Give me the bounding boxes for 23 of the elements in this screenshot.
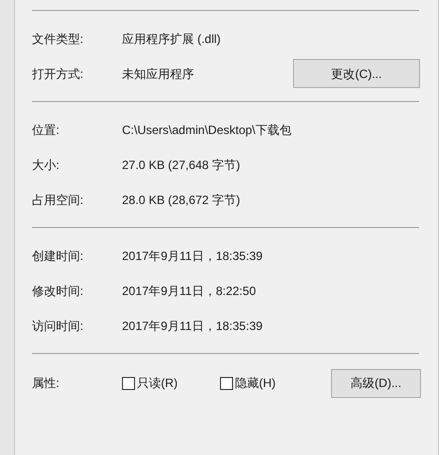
field-label: 位置: bbox=[32, 122, 60, 138]
field-label: 访问时间: bbox=[32, 318, 84, 334]
field-label: 占用空间: bbox=[32, 192, 84, 208]
advanced-button[interactable]: 高级(D)... bbox=[331, 368, 421, 398]
field-value: C:\Users\admin\Desktop\下载包 bbox=[122, 122, 292, 138]
field-label: 文件类型: bbox=[32, 30, 84, 48]
field-label: 创建时间: bbox=[32, 248, 84, 264]
change-button[interactable]: 更改(C)... bbox=[293, 59, 420, 88]
field-value: 2017年9月11日，18:35:39 bbox=[122, 318, 264, 334]
field-value: 2017年9月11日，8:22:50 bbox=[122, 282, 257, 300]
field-value: 28.0 KB (28,672 字节) bbox=[122, 192, 242, 208]
field-label: 属性: bbox=[32, 375, 60, 392]
field-value: 应用程序扩展 (.dll) bbox=[122, 30, 222, 48]
checkbox-box[interactable] bbox=[220, 376, 233, 390]
field-label: 打开方式: bbox=[32, 66, 84, 82]
field-label: 大小: bbox=[32, 156, 60, 174]
field-label: 修改时间: bbox=[32, 282, 84, 300]
field-value: 未知应用程序 bbox=[122, 66, 195, 82]
checkbox[interactable]: 隐藏(H) bbox=[220, 374, 318, 392]
checkbox[interactable]: 只读(R) bbox=[122, 374, 220, 392]
field-value: 2017年9月11日，18:35:39 bbox=[122, 248, 264, 264]
checkbox-box[interactable] bbox=[122, 376, 135, 390]
field-value: 27.0 KB (27,648 字节) bbox=[122, 156, 242, 174]
